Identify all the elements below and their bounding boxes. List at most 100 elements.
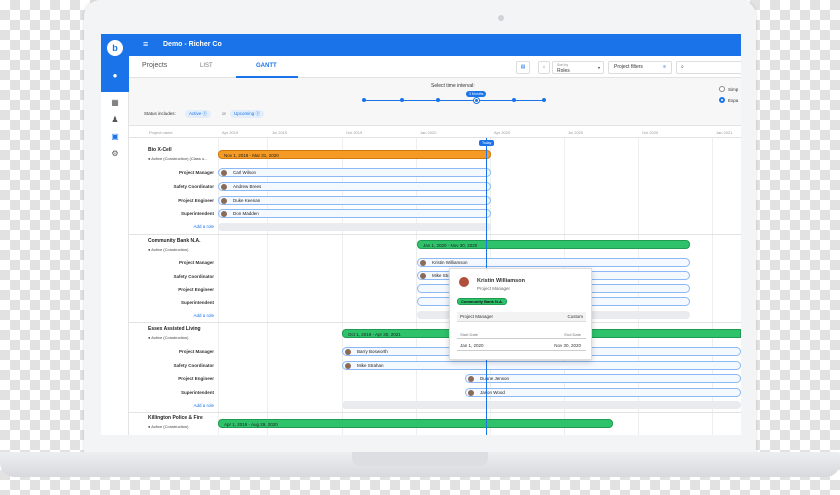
start-date-input[interactable]: Jan 1, 2020 <box>460 343 484 348</box>
chevron-down-icon: ▾ <box>597 65 600 70</box>
slider-thumb[interactable] <box>474 98 479 103</box>
avatar <box>221 184 227 190</box>
slider-stop[interactable] <box>542 98 546 102</box>
app-title: Demo - Richer Co <box>163 41 222 48</box>
project-name[interactable]: Killington Police & Fire <box>148 415 203 421</box>
top-bar: ≡ Demo - Richer Co <box>101 34 741 56</box>
interval-slider[interactable] <box>364 100 544 101</box>
close-icon[interactable]: ⓧ <box>256 111 261 116</box>
chip-label: Active <box>189 111 202 116</box>
project-name[interactable]: Essex Assisted Living <box>148 326 201 332</box>
person-name: Duane Jenson <box>480 376 510 381</box>
month-label: Jan 2021 <box>716 130 733 135</box>
status-label: Status includes: <box>144 111 176 116</box>
popup-person-role: Project Manager <box>477 286 511 291</box>
start-date-label: Start Date <box>460 332 479 337</box>
sort-value: Roles <box>557 68 570 74</box>
role-label: Superintendent <box>180 211 214 216</box>
assignment-pill[interactable]: Don Madden <box>218 209 491 218</box>
slider-stop[interactable] <box>362 98 366 102</box>
app-screen: ≡ Demo - Richer Co ● ▦ ♟ ▣ ⚙ b Projects … <box>101 34 741 435</box>
interval-label: Select time interval: <box>431 83 475 89</box>
add-role-link[interactable]: Add a role <box>128 403 214 408</box>
status-chip-active[interactable]: Active ⓧ <box>185 110 212 118</box>
interval-value: 3 Months <box>466 91 487 97</box>
role-label: Safety Coordinator <box>173 363 214 368</box>
avatar <box>345 349 351 355</box>
person-name: Andrew Brees <box>233 184 262 189</box>
project-bar[interactable]: Nov 1, 2018 - Mar 31, 2020 <box>218 150 491 159</box>
month-label: Jul 2019 <box>272 130 288 135</box>
assignment-pill[interactable]: Carl Wilson <box>218 168 491 177</box>
people-icon[interactable]: ♟ <box>110 115 120 125</box>
add-role-link[interactable]: Add a role <box>128 224 214 229</box>
project-name[interactable]: Community Bank N.A. <box>148 238 201 244</box>
assignment-pill[interactable]: Andrew Brees <box>218 182 491 191</box>
person-name: Don Madden <box>233 211 259 216</box>
person-name: Carl Wilson <box>233 170 257 175</box>
download-icon[interactable]: ↓ <box>538 61 550 74</box>
status-chip-upcoming[interactable]: Upcoming ⓧ <box>230 110 265 118</box>
slider-stop[interactable] <box>436 98 440 102</box>
app-logo: b <box>107 40 123 56</box>
filter-icon: ≡ <box>663 64 666 70</box>
assignment-pill[interactable]: Jason Wood <box>465 388 741 397</box>
date-divider <box>457 338 586 339</box>
account-icon[interactable]: ● <box>110 71 120 81</box>
column-project-name: Project name <box>149 130 173 135</box>
project-bar[interactable]: Jan 1, 2020 - Nov 30, 2020 <box>417 240 690 249</box>
assignment-pill[interactable]: Duke Keenan <box>218 196 491 205</box>
dashboard-icon[interactable]: ▦ <box>110 98 120 108</box>
month-label: Apr 2020 <box>494 130 511 135</box>
chip-label: Upcoming <box>234 111 255 116</box>
empty-slot <box>218 223 491 231</box>
project-name[interactable]: Bio X-Cell <box>148 147 172 153</box>
today-badge: Today <box>479 140 495 146</box>
person-name: Mike Strahan <box>357 363 384 368</box>
sort-select[interactable]: Sort by Roles ▾ <box>552 61 604 74</box>
project-bar[interactable]: Apr 1, 2019 - Aug 29, 2020 <box>218 419 613 428</box>
slider-stop[interactable] <box>512 98 516 102</box>
role-label: Safety Coordinator <box>173 274 214 279</box>
filters-label: Project filters <box>614 64 643 70</box>
date-underline <box>457 350 586 351</box>
projects-icon[interactable]: ▣ <box>110 132 120 142</box>
role-label: Project Engineer <box>178 376 214 381</box>
laptop-notch <box>352 452 488 466</box>
avatar <box>420 273 426 279</box>
project-status: ● Active (Construction) <box>148 335 189 340</box>
role-label: Project Manager <box>178 260 214 265</box>
end-date-input[interactable]: Nov 30, 2020 <box>554 343 581 348</box>
tab-gantt[interactable]: GANTT <box>256 63 277 69</box>
export-button[interactable]: ▤ <box>516 61 530 74</box>
slider-stop[interactable] <box>400 98 404 102</box>
project-status: ● Active (Construction) <box>148 247 189 252</box>
empty-slot <box>342 401 741 409</box>
sort-label: Sort by <box>557 63 569 67</box>
timeline-header: Project name Apr 2019 Jul 2019 Oct 2019 … <box>129 126 741 138</box>
or-label: or <box>222 111 227 116</box>
role-label: Safety Coordinator <box>173 184 214 189</box>
avatar <box>221 198 227 204</box>
assignment-pill[interactable]: Kristin Williamson <box>417 258 690 267</box>
camera-dot <box>498 15 504 21</box>
assignment-pill[interactable]: Mike Strahan <box>342 361 741 370</box>
role-label: Project Engineer <box>178 287 214 292</box>
role-label: Superintendent <box>180 390 214 395</box>
expanded-view-radio[interactable] <box>719 97 725 103</box>
close-icon[interactable]: ⓧ <box>203 111 208 116</box>
expanded-view-label: Expa <box>728 98 739 103</box>
popup-custom-value: Custom <box>567 314 583 319</box>
role-label: Superintendent <box>180 300 214 305</box>
assignment-pill[interactable]: Duane Jenson <box>465 374 741 383</box>
tab-list[interactable]: LIST <box>200 63 213 69</box>
popup-project-badge: Community Bank N.A. <box>457 298 508 305</box>
add-role-link[interactable]: Add a role <box>128 313 214 318</box>
popup-role-field[interactable]: Project Manager Custom <box>457 312 586 322</box>
menu-icon[interactable]: ≡ <box>143 40 148 49</box>
search-input[interactable]: ⌕ <box>676 61 741 74</box>
settings-icon[interactable]: ⚙ <box>110 149 120 159</box>
avatar <box>221 211 227 217</box>
filters-button[interactable]: Project filters ≡ <box>608 61 672 74</box>
simple-view-radio[interactable] <box>719 86 725 92</box>
